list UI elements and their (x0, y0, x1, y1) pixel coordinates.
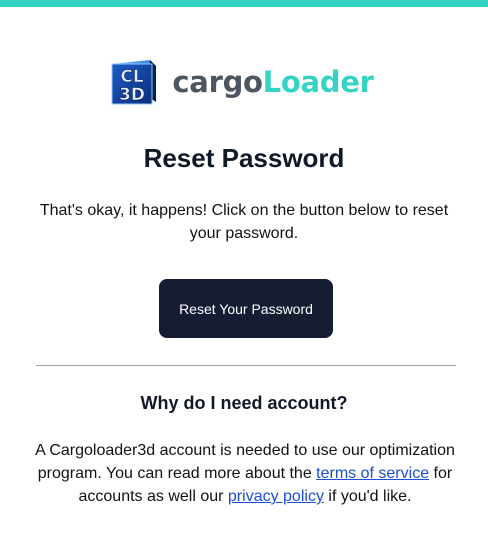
divider (36, 365, 456, 366)
brand-name-part1: cargo (172, 64, 263, 99)
terms-of-service-link[interactable]: terms of service (316, 465, 429, 482)
account-info-text-part3: if you'd like. (323, 488, 412, 505)
brand-logo: CL 3D cargoLoader (0, 56, 488, 108)
brand-name-part2: Loader (262, 64, 374, 99)
reset-password-button[interactable]: Reset Your Password (159, 279, 333, 338)
top-accent-bar (0, 0, 488, 7)
brand-name: cargoLoader (172, 64, 374, 99)
logo-mark-line1: CL (121, 67, 144, 87)
why-account-heading: Why do I need account? (140, 393, 348, 413)
privacy-policy-link[interactable]: privacy policy (228, 488, 324, 505)
page-title: Reset Password (143, 143, 345, 173)
intro-text: That's okay, it happens! Click on the bu… (39, 202, 449, 242)
account-info-text: A Cargoloader3d account is needed to use… (20, 439, 470, 508)
logo-mark-line2: 3D (119, 85, 145, 105)
cargoloader-cube-logo-icon: CL 3D (108, 56, 160, 108)
